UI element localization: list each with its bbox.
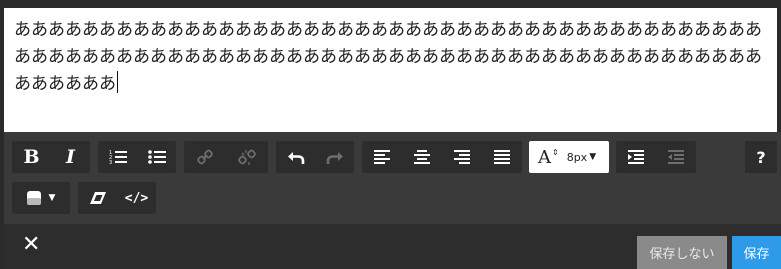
color-picker-button[interactable]: ▼	[12, 182, 70, 214]
indent-group	[616, 141, 696, 173]
svg-text:3: 3	[109, 160, 112, 165]
unlink-icon	[238, 149, 256, 165]
text-style-group: B I	[12, 141, 90, 173]
code-view-button[interactable]: </>	[117, 182, 156, 214]
unordered-list-icon	[147, 150, 166, 164]
editor-frame: ああああああああああああああああああああああああああああああああああああああああ…	[0, 0, 781, 269]
ordered-list-button[interactable]: 1 2 3	[98, 141, 137, 173]
outdent-icon	[668, 150, 684, 164]
align-center-icon	[414, 150, 430, 164]
link-group	[184, 141, 268, 173]
link-button[interactable]	[184, 141, 226, 173]
bold-button[interactable]: B	[12, 141, 51, 173]
close-icon: ✕	[22, 232, 41, 257]
chevron-down-icon: ▼	[589, 152, 597, 162]
align-justify-button[interactable]	[482, 141, 522, 173]
align-center-button[interactable]	[402, 141, 442, 173]
editor-text: ああああああああああああああああああああああああああああああああああああああああ…	[14, 20, 762, 94]
font-size-icon: A	[538, 146, 551, 168]
alignment-group	[362, 141, 522, 173]
close-button[interactable]: ✕	[22, 234, 40, 256]
history-group	[276, 141, 354, 173]
help-icon: ?	[756, 147, 766, 167]
text-caret	[117, 71, 118, 93]
redo-button[interactable]	[315, 141, 354, 173]
color-swatch-icon	[26, 191, 41, 205]
align-right-button[interactable]	[442, 141, 482, 173]
ordered-list-icon: 1 2 3	[109, 150, 127, 165]
editor-footer: ✕ 保存しない 保存	[4, 224, 781, 269]
italic-button[interactable]: I	[51, 141, 90, 173]
frame-right-border	[777, 0, 781, 132]
italic-icon: I	[66, 146, 75, 168]
bold-icon: B	[23, 146, 40, 168]
formatting-toolbar: B I 1 2 3 A ⇕ 8px ▼ ? ▼ </>	[4, 132, 781, 224]
chevron-down-icon: ▼	[48, 193, 56, 203]
font-size-value: 8px	[566, 150, 588, 164]
misc-group: </>	[78, 182, 156, 214]
undo-icon	[287, 152, 304, 164]
eraser-icon	[89, 192, 106, 204]
font-size-updown-icon: ⇕	[552, 147, 559, 157]
undo-button[interactable]	[276, 141, 315, 173]
indent-button[interactable]	[616, 141, 656, 173]
list-group: 1 2 3	[98, 141, 176, 173]
text-editor-area[interactable]: ああああああああああああああああああああああああああああああああああああああああ…	[4, 8, 777, 132]
clear-format-button[interactable]	[78, 182, 117, 214]
redo-icon	[326, 152, 343, 164]
align-justify-icon	[494, 150, 510, 164]
dont-save-button[interactable]: 保存しない	[637, 236, 727, 269]
help-button[interactable]: ?	[745, 141, 777, 173]
unordered-list-button[interactable]	[137, 141, 176, 173]
frame-top-border	[0, 0, 781, 8]
align-left-button[interactable]	[362, 141, 402, 173]
align-left-icon	[374, 150, 390, 164]
font-size-dropdown[interactable]: A ⇕ 8px ▼	[529, 141, 609, 173]
indent-icon	[628, 150, 644, 164]
link-icon	[197, 149, 213, 165]
save-button[interactable]: 保存	[732, 236, 781, 269]
outdent-button[interactable]	[656, 141, 696, 173]
color-group: ▼	[12, 182, 70, 214]
save-label: 保存	[743, 247, 770, 262]
unlink-button[interactable]	[226, 141, 268, 173]
code-icon: </>	[124, 190, 149, 206]
dont-save-label: 保存しない	[649, 247, 715, 262]
align-right-icon	[454, 150, 470, 164]
